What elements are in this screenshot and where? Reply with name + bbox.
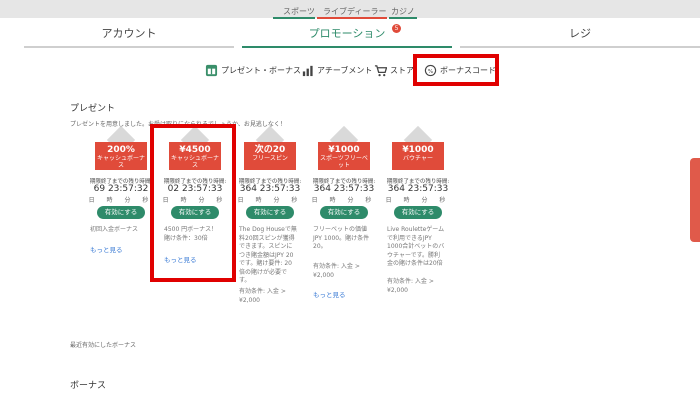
bonus-name: バウチャー bbox=[403, 155, 433, 162]
bonus-amount: ¥1000 bbox=[402, 145, 434, 155]
bonus-amount: 次の20 bbox=[254, 145, 286, 155]
bonus-section-title: ボーナス bbox=[70, 381, 107, 391]
subnav-achievement-label: アチーブメント bbox=[317, 66, 373, 75]
activate-button[interactable]: 有効にする bbox=[97, 206, 145, 219]
activate-button[interactable]: 有効にする bbox=[394, 206, 442, 219]
more-link[interactable]: もっと見る bbox=[313, 289, 346, 299]
more-link[interactable]: もっと見る bbox=[90, 244, 123, 254]
bonus-name: キャッシュボーナス bbox=[96, 155, 145, 169]
tab-promotion-label: プロモーション bbox=[308, 27, 386, 40]
bonus-name: スポーツフリーベット bbox=[320, 155, 368, 169]
bonus-tag: ¥1000 スポーツフリーベット bbox=[318, 142, 370, 170]
bonus-amount: ¥1000 bbox=[328, 145, 360, 155]
countdown-time: 364 23:57:33 bbox=[239, 184, 301, 194]
promotion-count-badge: 5 bbox=[392, 24, 401, 33]
subnav-present-bonus-label: プレゼント・ボーナス bbox=[221, 66, 301, 75]
cart-icon bbox=[374, 65, 387, 77]
promotion-subnav: プレゼント・ボーナス アチーブメント ストア % ボーナスコード bbox=[0, 60, 700, 84]
nav-casino[interactable]: カジノ bbox=[391, 6, 415, 17]
tab-promotion[interactable]: プロモーション 5 bbox=[242, 22, 452, 48]
bonus-tag: ¥1000 バウチャー bbox=[392, 142, 444, 170]
highlight-card-2 bbox=[150, 124, 236, 282]
nav-casino-underline bbox=[389, 17, 417, 19]
subnav-achievement[interactable]: アチーブメント bbox=[301, 64, 372, 77]
bonus-tag: 次の20 フリースピン bbox=[244, 142, 296, 170]
bonus-name: フリースピン bbox=[252, 155, 288, 162]
countdown-units: 日 時 分 秒 bbox=[311, 197, 377, 204]
bonus-tag: 200% キャッシュボーナス bbox=[95, 142, 147, 170]
side-tab[interactable] bbox=[690, 158, 700, 242]
bonus-description: フリーベットの価値JPY 1000。賭け条件20。 bbox=[313, 226, 370, 250]
highlight-bonus-code bbox=[413, 54, 499, 86]
bonus-condition: 有効条件: 入金 > ¥2,000 bbox=[313, 263, 360, 279]
countdown-units: 日 時 分 秒 bbox=[88, 197, 154, 204]
bonus-description: 初回入金ボーナス bbox=[90, 226, 139, 233]
nav-sports-underline bbox=[273, 17, 315, 19]
bar-chart-icon bbox=[302, 65, 313, 77]
activate-button[interactable]: 有効にする bbox=[320, 206, 368, 219]
gift-icon bbox=[205, 64, 218, 77]
countdown-units: 日 時 分 秒 bbox=[237, 197, 303, 204]
nav-live-underline bbox=[317, 17, 387, 19]
subnav-store[interactable]: ストア bbox=[374, 64, 414, 77]
tab-register-label: レジ bbox=[569, 27, 591, 40]
tab-account[interactable]: アカウント bbox=[24, 22, 234, 48]
activate-button[interactable]: 有効にする bbox=[246, 206, 294, 219]
bonus-description: Live Rouletteゲームで利用できるJPY 1000合計ベットのバウチャ… bbox=[387, 226, 445, 267]
countdown-time: 69 23:57:32 bbox=[93, 184, 149, 194]
bonus-amount: 200% bbox=[107, 145, 135, 155]
tab-register[interactable]: レジ bbox=[460, 22, 700, 48]
countdown-time: 364 23:57:33 bbox=[313, 184, 375, 194]
nav-live-dealer[interactable]: ライブディーラー bbox=[323, 6, 386, 17]
present-title: プレゼント bbox=[70, 104, 116, 114]
subnav-store-label: ストア bbox=[390, 66, 414, 75]
subnav-present-bonus[interactable]: プレゼント・ボーナス bbox=[205, 64, 301, 77]
countdown-units: 日 時 分 秒 bbox=[385, 197, 451, 204]
main-tabs: アカウント プロモーション 5 レジ bbox=[24, 22, 700, 48]
bonus-condition: 有効条件: 入金 > ¥2,000 bbox=[239, 288, 286, 304]
recent-bonus-title: 最近有効にしたボーナス bbox=[70, 342, 137, 349]
bonus-description: The Dog Houseで無料20回スピンが獲得できます。スピンにつき賭金額は… bbox=[239, 226, 297, 284]
nav-sports[interactable]: スポーツ bbox=[283, 6, 315, 17]
tab-account-label: アカウント bbox=[101, 27, 157, 40]
countdown-time: 364 23:57:33 bbox=[387, 184, 449, 194]
bonus-condition: 有効条件: 入金 > ¥2,000 bbox=[387, 278, 434, 294]
